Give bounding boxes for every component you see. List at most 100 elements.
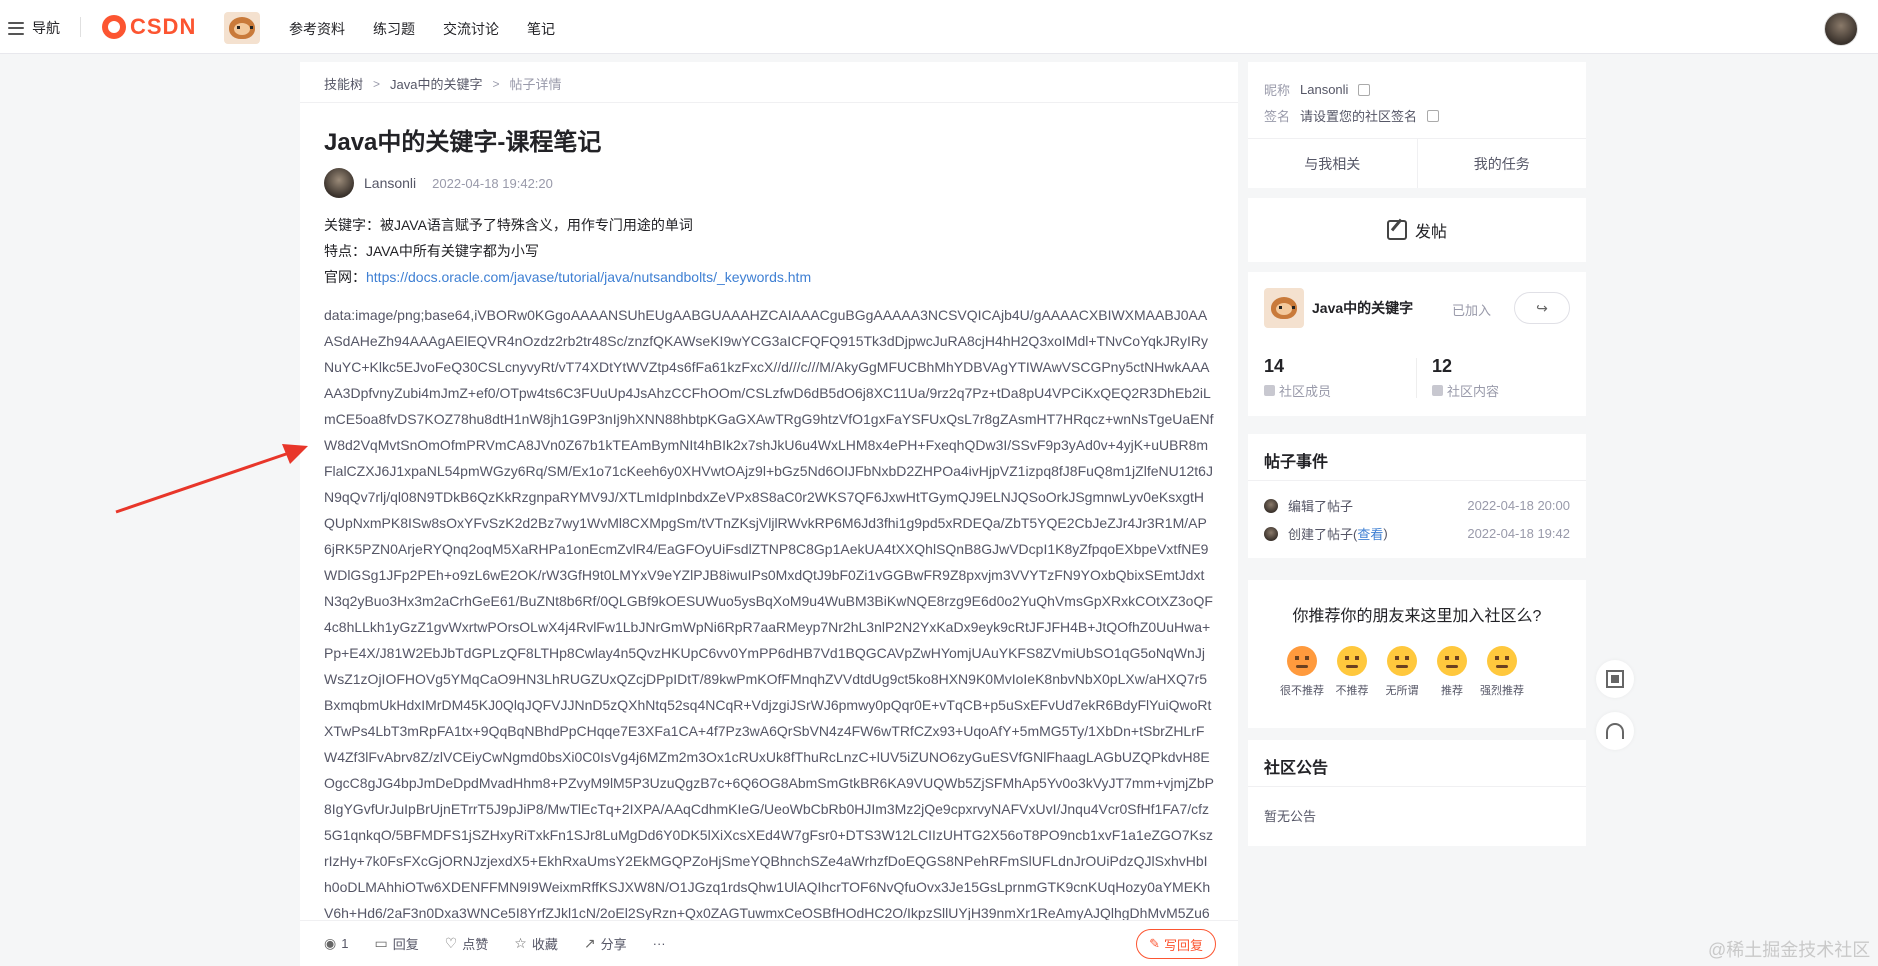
rating-label: 很不推荐	[1280, 685, 1324, 697]
event-text: 创建了帖子(	[1288, 527, 1358, 542]
breadcrumb-skill-tree[interactable]: 技能树	[324, 74, 363, 93]
nav-link-notes[interactable]: 笔记	[527, 19, 555, 39]
rating-recommend[interactable]: 推荐	[1436, 646, 1468, 698]
tab-my-tasks[interactable]: 我的任务	[1416, 139, 1587, 188]
grin-face-icon	[1487, 646, 1517, 676]
nav-link-reference[interactable]: 参考资料	[289, 19, 345, 39]
view-link[interactable]: 查看	[1357, 524, 1383, 543]
event-time: 2022-04-18 20:00	[1467, 498, 1570, 513]
more-action[interactable]: ···	[653, 936, 666, 951]
new-post-button[interactable]: 发帖	[1248, 198, 1586, 262]
post-intro: 关键字：被JAVA语言赋予了特殊含义，用作专门用途的单词 特点：JAVA中所有关…	[324, 212, 811, 290]
nickname-label: 昵称	[1264, 83, 1291, 98]
post-intro-line-1: 关键字：被JAVA语言赋予了特殊含义，用作专门用途的单词	[324, 217, 693, 233]
post-events-card: 帖子事件 编辑了帖子 2022-04-18 20:00 创建了帖子(查看) 20…	[1248, 434, 1586, 558]
post-time: 2022-04-18 19:42:20	[432, 175, 553, 191]
comment-icon: ▭	[374, 935, 388, 951]
community-avatar[interactable]	[224, 12, 260, 44]
thumbs-up-icon: ♡	[444, 935, 458, 951]
angry-face-icon	[1287, 646, 1317, 676]
folder-icon	[1432, 385, 1443, 396]
content-label-row: 社区内容	[1432, 381, 1499, 400]
community-name[interactable]: Java中的关键字	[1312, 298, 1413, 318]
edit-icon[interactable]	[1427, 109, 1440, 122]
smile-face-icon	[1437, 646, 1467, 676]
rating-not-recommend[interactable]: 不推荐	[1336, 646, 1369, 698]
csdn-logo-text: CSDN	[130, 14, 197, 39]
nav-link-discussion[interactable]: 交流讨论	[443, 19, 499, 39]
like-action[interactable]: ♡ 点赞	[445, 934, 489, 953]
official-site-link[interactable]: https://docs.oracle.com/javase/tutorial/…	[366, 269, 811, 285]
chevron-right-icon: >	[492, 76, 500, 91]
community-notice-card: 社区公告 暂无公告	[1248, 740, 1586, 846]
nav-menu-button[interactable]: 导航	[8, 18, 60, 38]
content-stat[interactable]: 12 社区内容	[1432, 356, 1499, 400]
customer-service-button[interactable]	[1596, 712, 1634, 750]
post-intro-line-2: 特点：JAVA中所有关键字都为小写	[324, 243, 539, 259]
post-body-text: data:image/png;base64,iVBORw0KGgoAAAANSU…	[324, 307, 1214, 947]
breadcrumb-community[interactable]: Java中的关键字	[390, 74, 482, 93]
new-post-label: 发帖	[1414, 224, 1447, 241]
author-row: Lansonli 2022-04-18 19:42:20	[324, 168, 553, 198]
neutral-face-icon	[1387, 646, 1417, 676]
top-navbar: 导航 CSDN 参考资料 练习题 交流讨论 笔记	[0, 0, 1878, 54]
event-text: 编辑了帖子	[1288, 499, 1354, 514]
watermark: @稀土掘金技术社区	[1708, 940, 1871, 960]
divider	[1248, 786, 1586, 787]
divider	[1248, 480, 1586, 481]
nav-menu-label: 导航	[32, 20, 60, 36]
frown-face-icon	[1337, 646, 1367, 676]
community-logo[interactable]	[1264, 288, 1304, 328]
breadcrumb: 技能树 > Java中的关键字 > 帖子详情	[324, 74, 562, 93]
post-panel: 技能树 > Java中的关键字 > 帖子详情 Java中的关键字-课程笔记 La…	[300, 62, 1238, 966]
notice-title: 社区公告	[1264, 760, 1329, 777]
csdn-logo[interactable]: CSDN	[102, 14, 196, 40]
write-reply-button[interactable]: ✎ 写回复	[1136, 929, 1216, 959]
chevron-right-icon: >	[373, 76, 381, 91]
nav-link-exercises[interactable]: 练习题	[373, 19, 415, 39]
rating-strongly-not-recommend[interactable]: 很不推荐	[1280, 646, 1324, 698]
rating-neutral[interactable]: 无所谓	[1386, 646, 1419, 698]
reply-action-label: 回复	[392, 937, 419, 952]
red-arrow-annotation	[115, 444, 308, 514]
stat-divider	[1416, 358, 1417, 398]
members-label-row: 社区成员	[1264, 381, 1331, 400]
post-events-title: 帖子事件	[1264, 454, 1329, 471]
edit-post-icon	[1386, 220, 1407, 240]
collect-action-label: 收藏	[531, 937, 558, 952]
official-site-label: 官网：	[324, 269, 366, 285]
author-name[interactable]: Lansonli	[364, 175, 416, 191]
author-avatar[interactable]	[324, 168, 354, 198]
content-label: 社区内容	[1447, 384, 1500, 399]
rating-label: 强烈推荐	[1480, 685, 1524, 697]
rating-label: 推荐	[1441, 685, 1463, 697]
post-intro-line-3: 官网：https://docs.oracle.com/javase/tutori…	[324, 264, 811, 290]
post-title: Java中的关键字-课程笔记	[324, 129, 602, 156]
star-icon: ☆	[514, 935, 527, 951]
event-text-end: )	[1383, 526, 1388, 541]
collect-action[interactable]: ☆ 收藏	[514, 934, 558, 953]
qr-code-icon	[1606, 670, 1624, 688]
profile-tabs: 与我相关 我的任务	[1248, 138, 1586, 188]
divider	[300, 102, 1238, 103]
community-card: Java中的关键字 已加入 ↪ 14 社区成员 12 社区内容	[1248, 272, 1586, 416]
pencil-icon: ✎	[1149, 936, 1160, 951]
tab-related-to-me[interactable]: 与我相关	[1248, 139, 1417, 188]
edit-icon[interactable]	[1358, 83, 1371, 96]
reply-action[interactable]: ▭ 回复	[374, 934, 418, 953]
recommend-options: 很不推荐 不推荐 无所谓 推荐 强烈推荐	[1280, 646, 1524, 698]
community-share-button[interactable]: ↪	[1514, 292, 1570, 324]
share-action[interactable]: ↗ 分享	[584, 934, 627, 953]
members-stat[interactable]: 14 社区成员	[1264, 356, 1331, 400]
hamburger-icon	[8, 21, 24, 35]
views-count-value: 1	[341, 936, 349, 951]
user-avatar[interactable]	[1824, 12, 1858, 46]
notice-text: 暂无公告	[1264, 809, 1317, 824]
nickname-row: 昵称 Lansonli	[1264, 80, 1371, 99]
eye-icon: ◉	[324, 935, 337, 951]
rating-strongly-recommend[interactable]: 强烈推荐	[1480, 646, 1524, 698]
event-time: 2022-04-18 19:42	[1467, 526, 1570, 541]
avatar	[1264, 526, 1278, 541]
qr-code-button[interactable]	[1596, 660, 1634, 698]
post-action-bar: ◉ 1 ▭ 回复 ♡ 点赞 ☆ 收藏 ↗ 分享 ··· ✎ 写回复	[300, 920, 1238, 966]
